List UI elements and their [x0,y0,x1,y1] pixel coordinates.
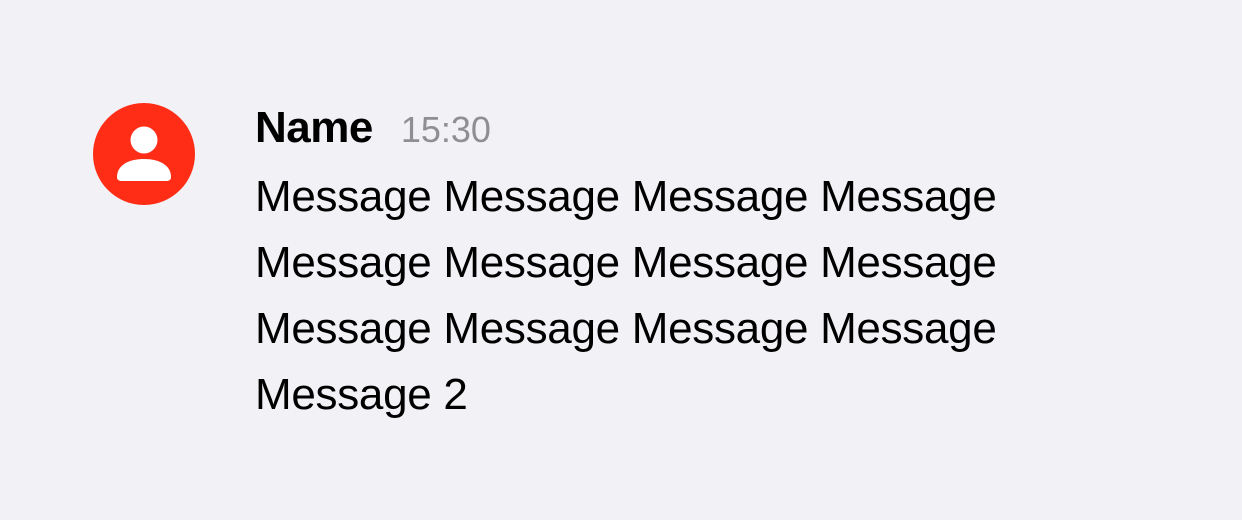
message-text: Message Message Message Message Message … [255,172,997,419]
sender-name: Name [255,103,373,152]
person-icon [117,126,171,181]
message-header: Name 15:30 [255,103,1135,155]
message-timestamp: 15:30 [400,109,491,150]
avatar[interactable] [93,103,195,205]
message-item[interactable]: Name 15:30 Message Message Message Messa… [93,103,1135,428]
message-content: Name 15:30 Message Message Message Messa… [255,103,1135,428]
